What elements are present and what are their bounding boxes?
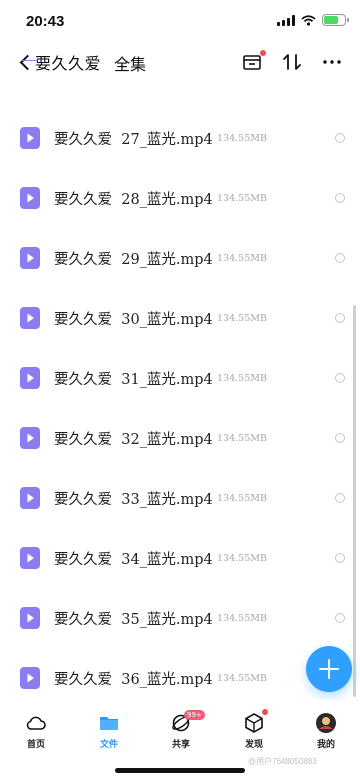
select-radio[interactable] [335, 493, 345, 503]
share-badge: 99+ [184, 710, 205, 720]
status-time: 20:43 [26, 13, 65, 30]
cube-icon [243, 709, 268, 734]
select-radio[interactable] [335, 313, 345, 323]
video-file-icon[interactable] [20, 607, 40, 629]
avatar [315, 712, 337, 734]
file-size: 134.55MB [217, 133, 267, 144]
notification-dot [260, 50, 266, 56]
list-item[interactable]: 要久久爱 32_蓝光.mp4 134.55MB [0, 408, 360, 468]
file-name[interactable]: 要久久爱 33_蓝光.mp4 [54, 488, 213, 509]
scrollbar[interactable] [353, 305, 356, 697]
tab-home[interactable]: 首页 [11, 712, 61, 750]
list-item[interactable]: 要久久爱 34_蓝光.mp4 134.55MB [0, 528, 360, 588]
select-radio[interactable] [335, 433, 345, 443]
list-item[interactable] [0, 60, 360, 80]
file-size: 134.55MB [217, 613, 267, 624]
video-file-icon[interactable] [20, 547, 40, 569]
tab-me[interactable]: 我的 [301, 712, 351, 750]
file-name[interactable]: 要久久爱 34_蓝光.mp4 [54, 548, 213, 569]
video-file-icon[interactable] [20, 307, 40, 329]
status-icons [277, 14, 349, 26]
notification-dot [262, 709, 268, 715]
video-file-icon [20, 60, 40, 61]
file-name[interactable]: 要久久爱 35_蓝光.mp4 [54, 608, 213, 629]
video-file-icon[interactable] [20, 487, 40, 509]
video-file-icon[interactable] [20, 127, 40, 149]
select-radio[interactable] [335, 253, 345, 263]
file-list[interactable]: 要久久爱 27_蓝光.mp4 134.55MB 要久久爱 28_蓝光.mp4 134.… [0, 60, 360, 696]
list-item[interactable]: 要久久爱 30_蓝光.mp4 134.55MB [0, 288, 360, 348]
tab-files[interactable]: 文件 [84, 712, 134, 750]
tab-label: 首页 [26, 739, 45, 749]
tab-label: 发现 [244, 739, 263, 749]
select-radio[interactable] [335, 133, 345, 143]
list-item[interactable]: 要久久爱 31_蓝光.mp4 134.55MB [0, 348, 360, 408]
file-size: 134.55MB [217, 673, 267, 684]
file-name[interactable]: 要久久爱 27_蓝光.mp4 [54, 128, 213, 149]
tab-label: 我的 [316, 739, 335, 749]
file-size: 134.55MB [217, 313, 267, 324]
file-name[interactable]: 要久久爱 30_蓝光.mp4 [54, 308, 213, 329]
list-item[interactable]: 要久久爱 28_蓝光.mp4 134.55MB [0, 168, 360, 228]
file-size: 134.55MB [217, 373, 267, 384]
signal-icon [277, 14, 295, 26]
video-file-icon[interactable] [20, 667, 40, 689]
cloud-icon [25, 712, 47, 734]
video-file-icon[interactable] [20, 367, 40, 389]
video-file-icon[interactable] [20, 247, 40, 269]
share-icon: 99+ [170, 710, 205, 734]
select-radio[interactable] [335, 613, 345, 623]
wifi-icon [301, 14, 316, 26]
select-radio[interactable] [335, 553, 345, 563]
tab-discover[interactable]: 发现 [229, 709, 279, 750]
video-file-icon[interactable] [20, 187, 40, 209]
tab-share[interactable]: 99+ 共享 [156, 710, 206, 750]
file-size: 134.55MB [217, 193, 267, 204]
folder-icon [98, 712, 120, 734]
list-item[interactable]: 要久久爱 35_蓝光.mp4 134.55MB [0, 588, 360, 648]
file-size: 134.55MB [217, 493, 267, 504]
file-size: 134.55MB [217, 433, 267, 444]
file-name[interactable]: 要久久爱 31_蓝光.mp4 [54, 368, 213, 389]
file-size: 134.55MB [217, 253, 267, 264]
tab-label: 共享 [171, 739, 190, 749]
list-item[interactable]: 要久久爱 29_蓝光.mp4 134.55MB [0, 228, 360, 288]
file-size: 134.55MB [217, 553, 267, 564]
select-radio[interactable] [335, 193, 345, 203]
file-name[interactable]: 要久久爱 28_蓝光.mp4 [54, 188, 213, 209]
list-item[interactable]: 要久久爱 27_蓝光.mp4 134.55MB [0, 108, 360, 168]
battery-icon [322, 14, 349, 26]
select-radio[interactable] [335, 373, 345, 383]
tab-label: 文件 [99, 739, 118, 749]
video-file-icon[interactable] [20, 427, 40, 449]
file-name[interactable]: 要久久爱 29_蓝光.mp4 [54, 248, 213, 269]
status-bar: 20:43 [0, 0, 360, 44]
add-button[interactable] [306, 646, 352, 692]
list-item[interactable]: 要久久爱 33_蓝光.mp4 134.55MB [0, 468, 360, 528]
watermark: @用户7648050883 [248, 757, 317, 766]
home-indicator [115, 768, 245, 773]
file-name[interactable]: 要久久爱 36_蓝光.mp4 [54, 668, 213, 689]
file-name[interactable]: 要久久爱 32_蓝光.mp4 [54, 428, 213, 449]
